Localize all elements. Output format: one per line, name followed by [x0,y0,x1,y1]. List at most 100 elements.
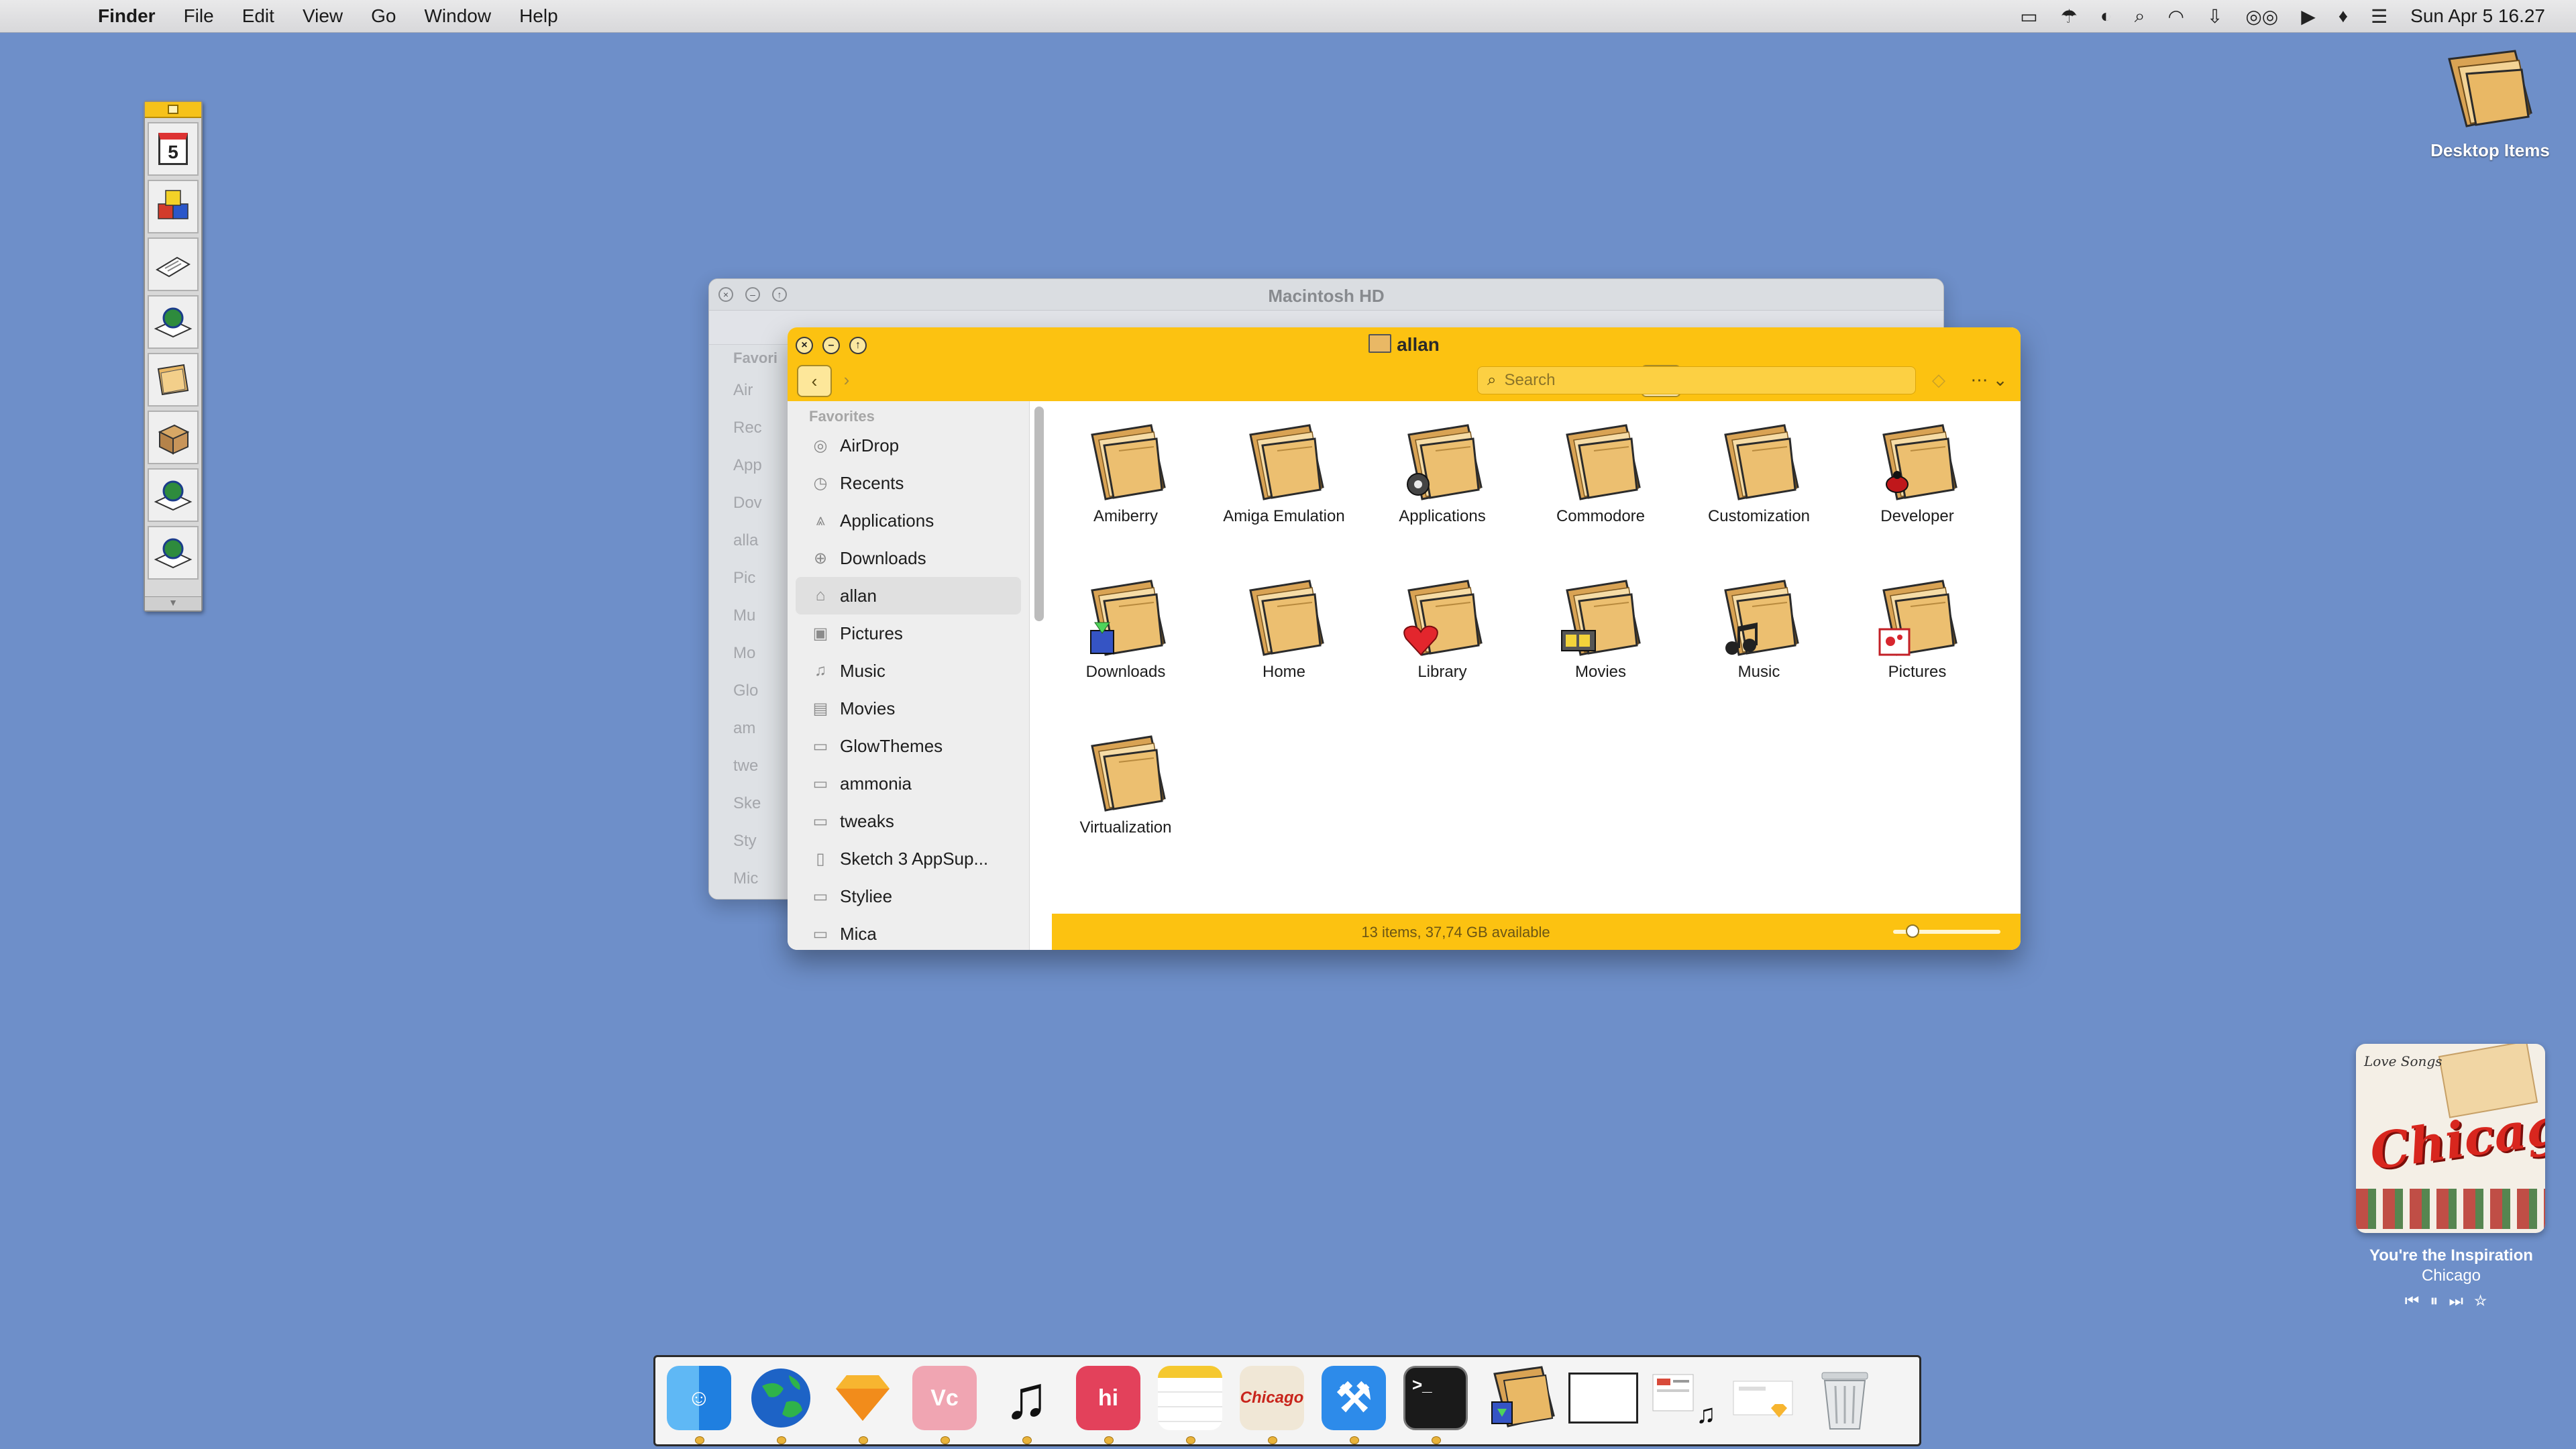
sidebar-item-applications[interactable]: ⩓ Applications [788,502,1029,539]
menu-clock[interactable]: Sun Apr 5 16.27 [2410,5,2545,27]
dock-finder[interactable]: ☺ [663,1361,735,1444]
dock-notes[interactable] [1155,1361,1226,1444]
search-field[interactable]: ⌕ Search [1477,366,1916,394]
sidebar-item-music[interactable]: ♫ Music [788,652,1029,690]
play-icon[interactable]: ▶ [2301,5,2316,28]
drop-icon[interactable]: ♦ [2339,5,2348,27]
menu-app-name[interactable]: Finder [98,5,156,27]
sidebar-item-allan[interactable]: ⌂ allan [796,577,1021,614]
sidebar-item-movies[interactable]: ▤ Movies [788,690,1029,727]
download-icon[interactable]: ⇩ [2207,5,2222,28]
sidebar-item-airdrop[interactable]: ◎ AirDrop [788,427,1029,464]
menu-view[interactable]: View [303,5,343,27]
back-sidebar-item[interactable]: Glo [709,672,790,710]
back-window-title-bar[interactable]: × – ↑ Macintosh HD [709,279,1943,311]
menu-go[interactable]: Go [371,5,396,27]
back-sidebar-item[interactable]: Pic [709,559,790,597]
dock-trash[interactable] [1809,1361,1880,1435]
album-art[interactable]: Love Songs Chicago [2356,1044,2545,1233]
back-button[interactable]: ‹ [797,365,832,397]
launcher-document[interactable] [148,237,199,291]
next-track-icon[interactable]: ⏭ [2449,1292,2474,1310]
folder-item-amiberry[interactable]: Amiberry [1052,420,1199,526]
sidebar-item-downloads[interactable]: ⊕ Downloads [788,539,1029,577]
folder-item-commodore[interactable]: Commodore [1527,420,1674,526]
folder-item-applications[interactable]: Applications [1368,420,1516,526]
sidebar-item-pictures[interactable]: ▣ Pictures [788,614,1029,652]
favorite-star-icon[interactable]: ☆ [2474,1292,2498,1310]
control-center-icon[interactable]: ☰ [2371,5,2387,28]
dock-downloads-stack[interactable] [1487,1361,1558,1435]
dock-xcode[interactable]: ⚒ [1318,1361,1389,1444]
sidebar-item-ammonia[interactable]: ▭ ammonia [788,765,1029,802]
folder-item-pictures[interactable]: Pictures [1843,576,1991,682]
previous-track-icon[interactable]: ⏮ [2405,1292,2430,1310]
back-sidebar-item[interactable]: Dov [709,484,790,522]
palette-title-bar[interactable] [145,102,201,118]
menu-file[interactable]: File [184,5,214,27]
sidebar-item-styliee[interactable]: ▭ Styliee [788,877,1029,915]
allan-finder-window[interactable]: × – ↑ allan ‹ › ▦ ☰ ▥ ▭ ▦ ⌄ ⇪ ◇ ⋯ ⌄ ⌕ Se… [788,327,2021,950]
launcher-blocks[interactable] [148,180,199,233]
dock-sketch-preview[interactable] [1729,1361,1800,1435]
menu-window[interactable]: Window [424,5,491,27]
back-sidebar-item[interactable]: App [709,447,790,484]
launcher-globe-1[interactable] [148,295,199,349]
dock-terminal[interactable]: >_ [1400,1361,1471,1444]
back-sidebar-item[interactable]: Rec [709,409,790,447]
folder-item-music[interactable]: Music [1685,576,1833,682]
sidebar-item-sketch-3-appsup[interactable]: ▯ Sketch 3 AppSup... [788,840,1029,877]
action-menu-button[interactable]: ⋯ ⌄ [1966,365,2012,394]
back-sidebar-item[interactable]: Mu [709,597,790,635]
icon-size-slider[interactable] [1893,924,2000,938]
folder-item-amiga-emulation[interactable]: Amiga Emulation [1210,420,1358,526]
desktop-items-folder[interactable]: Desktop Items [2423,47,2557,161]
back-sidebar-item[interactable]: am [709,710,790,747]
slider-knob[interactable] [1906,924,1920,938]
wifi-icon[interactable]: ◠ [2167,5,2184,28]
dock-hi-app[interactable]: hi [1073,1361,1144,1444]
forward-button[interactable]: › [835,365,859,394]
back-sidebar-item[interactable]: Ske [709,785,790,822]
folder-item-downloads[interactable]: Downloads [1052,576,1199,682]
menu-edit[interactable]: Edit [242,5,274,27]
launcher-globe-2[interactable] [148,468,199,522]
appearance-icon[interactable]: ◐ [2100,5,2112,27]
umbrella-icon[interactable]: ☂ [2061,5,2078,28]
window-toolbar[interactable]: × – ↑ allan ‹ › ▦ ☰ ▥ ▭ ▦ ⌄ ⇪ ◇ ⋯ ⌄ ⌕ Se… [788,327,2021,401]
launcher-folder[interactable] [148,353,199,407]
folder-item-developer[interactable]: Developer [1843,420,1991,526]
dock-vectorize[interactable]: Vc [909,1361,980,1444]
dock-music[interactable]: ♫ [991,1361,1062,1444]
launcher-globe-3[interactable] [148,526,199,580]
dock-sketch[interactable] [827,1361,898,1444]
back-sidebar-item[interactable]: Sty [709,822,790,860]
display-icon[interactable]: ▭ [2020,5,2037,28]
sidebar-item-tweaks[interactable]: ▭ tweaks [788,802,1029,840]
folder-item-customization[interactable]: Customization [1685,420,1833,526]
sidebar-item-recents[interactable]: ◷ Recents [788,464,1029,502]
dock-browser[interactable] [745,1361,816,1444]
sidebar-scrollbar[interactable] [1034,407,1044,621]
back-sidebar-item[interactable]: alla [709,522,790,559]
back-sidebar-item[interactable]: Air [709,372,790,409]
folder-item-virtualization[interactable]: Virtualization [1052,731,1199,837]
pause-icon[interactable]: ⏸ [2430,1292,2449,1310]
sidebar-item-glowthemes[interactable]: ▭ GlowThemes [788,727,1029,765]
dock-window-preview[interactable] [1568,1361,1639,1435]
folder-item-home[interactable]: Home [1210,576,1358,682]
palette-resize-grip[interactable]: ▼ [145,596,201,610]
menu-help[interactable]: Help [519,5,558,27]
spotlight-icon[interactable]: ⌕ [2135,5,2145,28]
tag-icon[interactable]: ◇ [1924,365,1953,394]
back-sidebar-item[interactable]: twe [709,747,790,785]
launcher-calendar[interactable]: 5 [148,122,199,176]
launcher-package[interactable] [148,411,199,464]
eyes-icon[interactable]: ◎◎ [2245,5,2278,28]
folder-item-library[interactable]: Library [1368,576,1516,682]
dock-document-preview[interactable]: ♫ [1648,1361,1719,1435]
sidebar-item-mica[interactable]: ▭ Mica [788,915,1029,950]
folder-item-movies[interactable]: Movies [1527,576,1674,682]
back-sidebar-item[interactable]: Mic [709,860,790,898]
dock-album[interactable]: Chicago [1236,1361,1307,1444]
